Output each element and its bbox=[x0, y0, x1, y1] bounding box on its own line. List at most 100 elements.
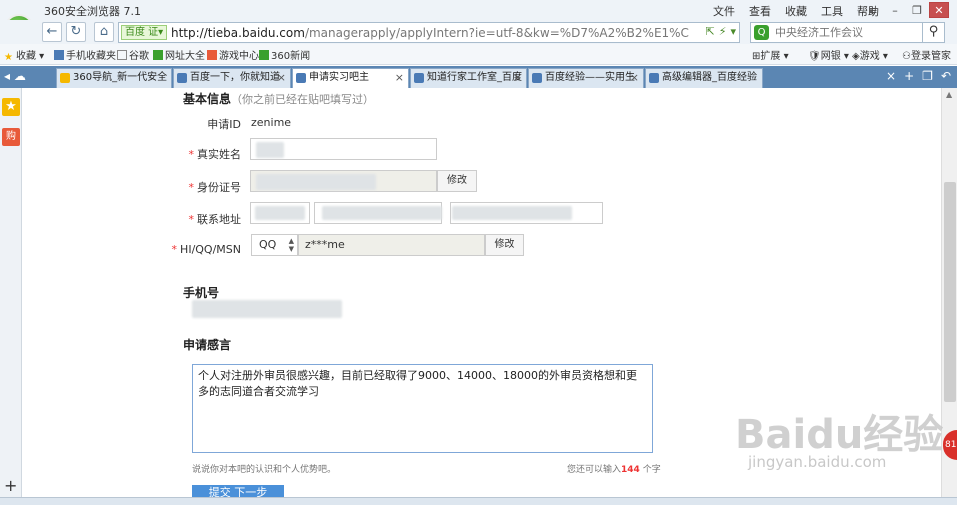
menu-favorites[interactable]: 收藏 bbox=[785, 3, 807, 19]
close-tab-icon[interactable]: × bbox=[886, 69, 896, 83]
phone-icon bbox=[54, 50, 64, 60]
bookmark-news[interactable]: 360新闻 bbox=[259, 47, 310, 62]
page-icon bbox=[117, 50, 127, 60]
real-name-label: * 真实姓名 bbox=[188, 148, 242, 161]
menu-file[interactable]: 文件 bbox=[713, 3, 735, 19]
speed-icon[interactable]: ⚡ bbox=[719, 25, 727, 38]
id-card-modify-button[interactable]: 修改 bbox=[437, 170, 477, 192]
tab-editor[interactable]: 高级编辑器_百度经验 bbox=[645, 68, 763, 88]
menu-tools[interactable]: 工具 bbox=[821, 3, 843, 19]
id-card-label: * 身份证号 bbox=[188, 181, 242, 194]
left-sidebar: ★ 购 + bbox=[0, 88, 22, 497]
scroll-up-icon[interactable]: ▲ bbox=[946, 90, 952, 99]
add-icon[interactable]: + bbox=[4, 476, 17, 495]
tab-bar: ◂ ☁ 360导航_新一代安全 百度一下，你就知道 × 申请实习吧主 × 知道行家工… bbox=[0, 66, 957, 88]
bookmark-mobile[interactable]: 手机收藏夹 bbox=[54, 47, 116, 62]
search-box[interactable]: Q ⚲ bbox=[750, 22, 945, 43]
navigation-bar: ← ↻ ⌂ 百度 证▾ http://tieba.baidu.com/manag… bbox=[0, 20, 957, 44]
url-path: /managerapply/applyIntern?ie=utf-8&kw=%D… bbox=[304, 26, 689, 40]
extension-button[interactable]: ⊞扩展 ▾ bbox=[752, 47, 789, 62]
news-icon bbox=[259, 50, 269, 60]
im-value-field: z***me bbox=[298, 234, 485, 256]
bookmark-favorites[interactable]: ★ 收藏 ▾ bbox=[4, 47, 44, 63]
shopping-icon[interactable]: 购 bbox=[2, 128, 20, 146]
select-arrows-icon: ▲ ▼ bbox=[288, 237, 294, 253]
paw-icon bbox=[532, 73, 542, 83]
window-icon[interactable]: ❐ bbox=[922, 69, 933, 83]
menu-view[interactable]: 查看 bbox=[749, 3, 771, 19]
tab-360-nav[interactable]: 360导航_新一代安全 bbox=[56, 68, 172, 88]
tab-bar-tools: × + ❐ ↶ bbox=[886, 69, 951, 83]
tab-icon bbox=[60, 73, 70, 83]
scrollbar-thumb[interactable] bbox=[944, 182, 956, 402]
status-bar bbox=[0, 497, 957, 505]
bank-button[interactable]: 🛡网银 ▾ bbox=[808, 47, 849, 62]
basic-info-heading: 基本信息（你之前已经在贴吧填写过） bbox=[183, 92, 375, 106]
back-icon[interactable]: ← bbox=[42, 22, 62, 42]
game-icon bbox=[207, 50, 217, 60]
close-tab-icon[interactable]: × bbox=[513, 69, 522, 87]
bookmark-games[interactable]: 游戏中心 bbox=[207, 47, 259, 62]
window-controls: ≡ – ❐ ✕ bbox=[863, 2, 949, 18]
new-tab-icon[interactable]: + bbox=[904, 69, 914, 83]
close-tab-icon[interactable]: × bbox=[630, 69, 639, 87]
im-label: * HI/QQ/MSN bbox=[171, 243, 241, 256]
search-input[interactable] bbox=[775, 25, 915, 40]
share-icon[interactable]: ⇱ bbox=[706, 25, 715, 38]
paw-icon bbox=[649, 73, 659, 83]
close-tab-icon[interactable]: × bbox=[277, 69, 286, 87]
redacted-address bbox=[452, 206, 572, 220]
url-domain: http://tieba.baidu.com bbox=[171, 26, 305, 40]
home-icon[interactable]: ⌂ bbox=[94, 22, 114, 42]
url-text[interactable]: http://tieba.baidu.com/managerapply/appl… bbox=[171, 26, 689, 40]
title-bar: 360安全浏览器 7.1 文件 查看 收藏 工具 帮助 ≡ – ❐ ✕ bbox=[0, 0, 957, 20]
games-button[interactable]: ◈游戏 ▾ bbox=[852, 47, 888, 62]
phone-heading: 手机号 bbox=[183, 286, 220, 300]
bookmarks-bar: ★ 收藏 ▾ 手机收藏夹 谷歌 网址大全 游戏中心 360新闻 ⊞扩展 ▾ 🛡网银… bbox=[0, 44, 957, 65]
feeling-textarea[interactable]: 个人对注册外审员很感兴趣，目前已经取得了9000、14000、18000的外审员… bbox=[192, 364, 653, 453]
address-tools: ⇱ ⚡ ▾ bbox=[706, 25, 736, 38]
address-label: * 联系地址 bbox=[188, 213, 242, 226]
tab-nav-icons[interactable]: ◂ ☁ bbox=[4, 69, 26, 83]
refresh-icon[interactable]: ↻ bbox=[66, 22, 86, 42]
certificate-badge[interactable]: 百度 证▾ bbox=[121, 25, 168, 40]
tab-jingyan[interactable]: 百度经验——实用生 × bbox=[528, 68, 644, 88]
watermark-url: jingyan.baidu.com bbox=[748, 453, 887, 471]
tab-baidu[interactable]: 百度一下，你就知道 × bbox=[173, 68, 291, 88]
tab-zhidao[interactable]: 知道行家工作室_百度 × bbox=[410, 68, 527, 88]
bookmark-hao[interactable]: 网址大全 bbox=[153, 47, 205, 62]
window-title: 360安全浏览器 7.1 bbox=[44, 5, 141, 18]
tab-apply-intern[interactable]: 申请实习吧主 × bbox=[292, 68, 409, 88]
close-icon[interactable]: ✕ bbox=[929, 2, 949, 18]
star-icon: ★ bbox=[4, 52, 13, 63]
menu-icon[interactable]: ≡ bbox=[863, 2, 883, 18]
redacted-name bbox=[256, 142, 284, 158]
restore-icon[interactable]: ❐ bbox=[907, 2, 927, 18]
submit-next-button[interactable]: 提交 下一步 bbox=[192, 485, 284, 497]
feeling-hint: 说说你对本吧的认识和个人优势吧。 bbox=[192, 465, 337, 475]
redacted-id bbox=[256, 174, 376, 190]
favorites-star-icon[interactable]: ★ bbox=[2, 98, 20, 116]
paw-icon bbox=[414, 73, 424, 83]
search-engine-icon[interactable]: Q bbox=[754, 25, 769, 40]
minimize-icon[interactable]: – bbox=[885, 2, 905, 18]
menu-bar: 文件 查看 收藏 工具 帮助 bbox=[713, 3, 879, 19]
redacted-phone bbox=[192, 300, 342, 318]
site-icon bbox=[153, 50, 163, 60]
bookmark-google[interactable]: 谷歌 bbox=[117, 47, 149, 62]
feeling-heading: 申请感言 bbox=[183, 338, 232, 352]
apply-id-value: zenime bbox=[251, 116, 292, 129]
paw-icon bbox=[177, 73, 187, 83]
watermark-logo: Baidu经验 bbox=[735, 412, 944, 458]
redacted-address bbox=[322, 206, 442, 220]
dropdown-icon[interactable]: ▾ bbox=[730, 25, 736, 38]
address-bar[interactable]: 百度 证▾ http://tieba.baidu.com/managerappl… bbox=[118, 22, 740, 43]
im-type-select[interactable]: QQ ▲ ▼ bbox=[251, 234, 298, 256]
redacted-address bbox=[255, 206, 305, 220]
paw-icon bbox=[296, 73, 306, 83]
im-modify-button[interactable]: 修改 bbox=[485, 234, 524, 256]
search-icon[interactable]: ⚲ bbox=[922, 22, 944, 43]
close-tab-icon[interactable]: × bbox=[395, 69, 404, 87]
undo-icon[interactable]: ↶ bbox=[941, 69, 951, 83]
login-button[interactable]: ⚇登录管家 bbox=[902, 47, 951, 62]
